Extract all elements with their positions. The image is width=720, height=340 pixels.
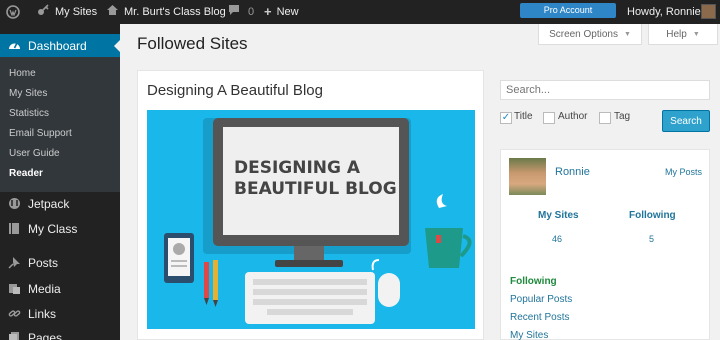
howdy-user-menu[interactable]: Howdy, Ronnie	[627, 0, 701, 24]
help-label: Help	[666, 28, 687, 40]
caret-down-icon: ▼	[692, 30, 700, 38]
image-headline-line1: DESIGNING A	[234, 158, 361, 178]
key-icon	[37, 0, 50, 24]
sidebar-item-label: Posts	[28, 256, 59, 270]
my-sites-label: My Sites	[55, 6, 98, 18]
blog-name-menu[interactable]: Mr. Burt's Class Blog	[106, 0, 226, 24]
reader-link-my-sites[interactable]: My Sites	[510, 330, 548, 340]
sidebar-item-pages[interactable]: Pages	[0, 328, 120, 340]
search-input[interactable]	[500, 80, 710, 100]
link-chain-icon	[7, 307, 21, 321]
title-filter-checkbox[interactable]: ✓	[500, 112, 512, 124]
stat-my-sites-value[interactable]: 46	[552, 234, 562, 244]
dashboard-submenu: Home My Sites Statistics Email Support U…	[0, 57, 120, 192]
book-icon	[7, 222, 21, 236]
author-filter-checkbox[interactable]	[543, 112, 555, 124]
plus-icon: +	[264, 4, 272, 19]
image-headline: DESIGNING A BEAUTIFUL BLOG	[234, 158, 397, 200]
sidebar-item-posts[interactable]: Posts	[0, 253, 120, 273]
pages-icon	[7, 331, 21, 340]
wordpress-logo-icon[interactable]	[6, 0, 20, 24]
sidebar-item-media[interactable]: Media	[0, 279, 120, 299]
sidebar-item-my-class[interactable]: My Class	[0, 219, 120, 239]
submenu-item-home[interactable]: Home	[9, 68, 36, 79]
help-button[interactable]: Help ▼	[648, 24, 718, 45]
pushpin-icon	[7, 256, 21, 270]
user-avatar[interactable]	[701, 4, 716, 19]
search-button[interactable]: Search	[662, 110, 710, 132]
jetpack-icon	[7, 197, 21, 211]
page-title: Followed Sites	[137, 34, 248, 53]
sidebar-item-label: My Class	[28, 222, 78, 236]
post-featured-image[interactable]: DESIGNING A BEAUTIFUL BLOG	[147, 110, 475, 329]
profile-name-link[interactable]: Ronnie	[555, 166, 590, 178]
profile-card: Ronnie My Posts My Sites 46 Following 5 …	[500, 149, 710, 340]
caret-down-icon: ▼	[624, 30, 631, 38]
new-label: New	[276, 6, 299, 18]
author-filter-label: Author	[558, 111, 588, 122]
new-content-menu[interactable]: + New	[264, 0, 299, 24]
post-title-link[interactable]: Designing A Beautiful Blog	[147, 82, 323, 99]
submenu-item-reader[interactable]: Reader	[9, 168, 43, 179]
submenu-item-my-sites[interactable]: My Sites	[9, 88, 47, 99]
submenu-item-email-support[interactable]: Email Support	[9, 128, 72, 139]
tag-filter-checkbox[interactable]	[599, 112, 611, 124]
sidebar-item-dashboard[interactable]: Dashboard	[0, 34, 120, 57]
dashboard-gauge-icon	[7, 39, 21, 53]
stat-following-value[interactable]: 5	[649, 234, 654, 244]
sidebar-item-label: Dashboard	[28, 38, 87, 53]
blog-name-label: Mr. Burt's Class Blog	[124, 6, 226, 18]
my-sites-menu[interactable]: My Sites	[37, 0, 97, 24]
sidebar-item-label: Pages	[28, 331, 63, 340]
current-menu-arrow	[114, 40, 120, 52]
reader-link-popular-posts[interactable]: Popular Posts	[510, 294, 572, 305]
sidebar-item-label: Media	[28, 282, 61, 296]
tag-filter-label: Tag	[614, 111, 631, 122]
screen-options-label: Screen Options	[549, 28, 618, 40]
stat-following-label[interactable]: Following	[629, 210, 676, 221]
sidebar-item-links[interactable]: Links	[0, 304, 120, 324]
submenu-item-user-guide[interactable]: User Guide	[9, 148, 60, 159]
pro-account-button[interactable]: Pro Account	[520, 3, 616, 18]
reader-link-recent-posts[interactable]: Recent Posts	[510, 312, 569, 323]
sidebar-item-label: Jetpack	[28, 197, 70, 211]
screen-options-button[interactable]: Screen Options ▼	[538, 24, 642, 45]
image-headline-line2: BEAUTIFUL BLOG	[234, 179, 397, 199]
title-filter-label: Title	[514, 111, 533, 122]
my-posts-link[interactable]: My Posts	[665, 167, 702, 177]
comments-count: 0	[248, 6, 255, 18]
submenu-item-statistics[interactable]: Statistics	[9, 108, 49, 119]
reader-link-following[interactable]: Following	[510, 276, 557, 287]
stat-my-sites-label[interactable]: My Sites	[538, 210, 579, 221]
comment-bubble-icon	[228, 0, 240, 24]
sidebar-item-jetpack[interactable]: Jetpack	[0, 194, 120, 214]
comments-menu[interactable]: 0	[228, 0, 254, 24]
sidebar-item-label: Links	[28, 307, 57, 321]
admin-sidebar: Dashboard Home My Sites Statistics Email…	[0, 24, 120, 340]
profile-avatar[interactable]	[509, 158, 546, 195]
post-card: Designing A Beautiful Blog DESIGNING A B…	[137, 70, 484, 340]
home-icon	[106, 0, 119, 24]
media-icon	[7, 282, 21, 296]
admin-bar: My Sites Mr. Burt's Class Blog 0 + New P…	[0, 0, 720, 24]
